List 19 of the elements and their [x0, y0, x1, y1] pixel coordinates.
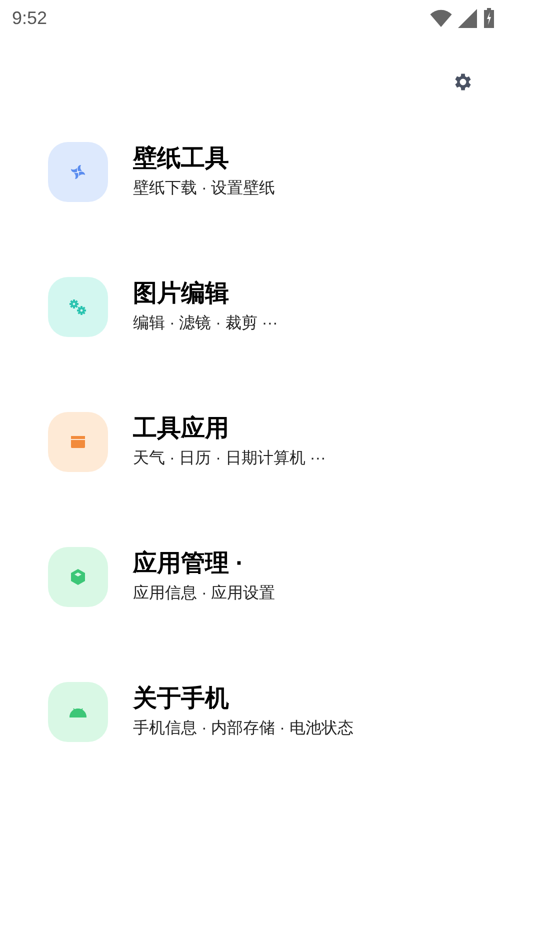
menu-item[interactable]: 关于手机 手机信息 · 内部存储 · 电池状态: [48, 682, 535, 742]
item-title: 应用管理 ·: [133, 549, 245, 579]
menu-item[interactable]: 壁纸工具 壁纸下载 · 设置壁纸: [48, 142, 535, 202]
item-subtitle: 天气 · 日历 · 日期计算机 ···: [133, 448, 326, 469]
item-title: 关于手机: [133, 684, 230, 714]
status-time: 9:52: [12, 6, 48, 30]
item-title: 工具应用: [133, 414, 230, 444]
item-title: 壁纸工具: [133, 144, 230, 174]
item-subtitle: 编辑 · 滤镜 · 裁剪 ···: [133, 314, 278, 334]
menu-item[interactable]: 应用管理 · 应用信息 · 应用设置: [48, 547, 535, 607]
item-subtitle: 壁纸下载 · 设置壁纸: [133, 178, 276, 199]
menu-item[interactable]: 图片编辑 编辑 · 滤镜 · 裁剪 ···: [48, 277, 535, 337]
item-subtitle: 应用信息 · 应用设置: [133, 584, 276, 604]
item-subtitle: 手机信息 · 内部存储 · 电池状态: [133, 718, 354, 739]
battery-icon: [483, 8, 495, 28]
wifi-icon: [430, 9, 452, 27]
signal-icon: [458, 8, 477, 28]
item-title: 图片编辑: [133, 279, 230, 309]
menu-item[interactable]: 工具应用 天气 · 日历 · 日期计算机 ···: [48, 412, 535, 472]
